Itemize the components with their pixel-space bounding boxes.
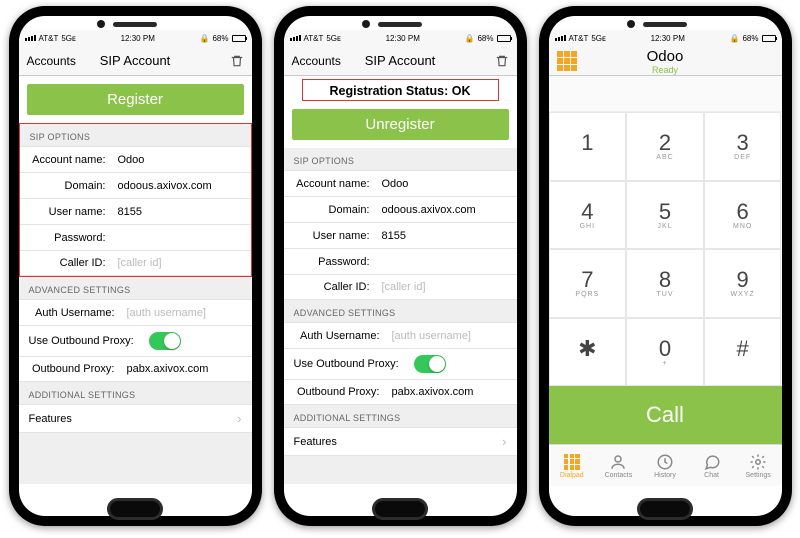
tab-contacts[interactable]: Contacts: [595, 445, 642, 486]
key-#[interactable]: #: [704, 318, 782, 387]
lock-icon: 🔒: [465, 34, 475, 43]
contacts-icon: [609, 453, 627, 471]
phone-frame-3: AT&T5Gᴇ 12:30 PM 🔒68% Odoo Ready 12ABC3D…: [539, 6, 792, 526]
tab-history[interactable]: History: [642, 445, 689, 486]
outbound-proxy-toggle[interactable]: [414, 355, 446, 373]
battery-icon: [762, 35, 776, 42]
battery-pct: 68%: [212, 34, 228, 43]
outbound-proxy-toggle[interactable]: [149, 332, 181, 350]
nav-bar: Accounts SIP Account: [19, 46, 252, 76]
row-caller-id[interactable]: Caller ID:[caller id]: [20, 250, 251, 276]
section-sip-options: SIP OPTIONS: [284, 148, 517, 170]
trash-icon[interactable]: [230, 54, 244, 68]
gear-icon: [749, 453, 767, 471]
row-caller-id[interactable]: Caller ID:[caller id]: [284, 274, 517, 300]
register-button[interactable]: Register: [27, 84, 244, 115]
carrier-text: AT&T: [39, 34, 59, 43]
back-button[interactable]: Accounts: [27, 54, 76, 68]
row-features[interactable]: Features›: [284, 427, 517, 456]
screen-title: SIP Account: [365, 53, 436, 68]
tab-settings[interactable]: Settings: [735, 445, 782, 486]
section-sip-options: SIP OPTIONS: [20, 124, 251, 146]
call-button[interactable]: Call: [549, 386, 782, 444]
row-use-outbound-proxy: Use Outbound Proxy:: [284, 348, 517, 379]
network-text: 5Gᴇ: [61, 34, 76, 43]
row-use-outbound-proxy: Use Outbound Proxy:: [19, 325, 252, 356]
tab-chat[interactable]: Chat: [688, 445, 735, 486]
number-display: [549, 76, 782, 112]
qr-icon[interactable]: [557, 51, 577, 71]
row-outbound-proxy[interactable]: Outbound Proxy:pabx.axivox.com: [284, 379, 517, 405]
row-features[interactable]: Features›: [19, 404, 252, 433]
row-password[interactable]: Password:: [284, 248, 517, 274]
row-domain[interactable]: Domain:odoous.axivox.com: [284, 196, 517, 222]
section-advanced: ADVANCED SETTINGS: [19, 277, 252, 299]
lock-icon: 🔒: [200, 34, 210, 43]
status-bar: AT&T5Gᴇ 12:30 PM 🔒68%: [19, 30, 252, 46]
row-password[interactable]: Password:: [20, 224, 251, 250]
screen-title: SIP Account: [100, 53, 171, 68]
row-domain[interactable]: Domain:odoous.axivox.com: [20, 172, 251, 198]
history-icon: [656, 453, 674, 471]
nav-bar: Accounts SIP Account: [284, 46, 517, 76]
row-outbound-proxy[interactable]: Outbound Proxy:pabx.axivox.com: [19, 356, 252, 382]
registration-status: Registration Status: OK: [302, 79, 499, 101]
trash-icon[interactable]: [495, 54, 509, 68]
key-8[interactable]: 8TUV: [626, 249, 704, 318]
key-✱[interactable]: ✱: [549, 318, 627, 387]
row-auth-username[interactable]: Auth Username:[auth username]: [19, 299, 252, 325]
lock-icon: 🔒: [730, 34, 740, 43]
phone-frame-2: AT&T5Gᴇ 12:30 PM 🔒68% Accounts SIP Accou…: [274, 6, 527, 526]
key-9[interactable]: 9WXYZ: [704, 249, 782, 318]
row-account-name[interactable]: Account name:Odoo: [284, 170, 517, 196]
row-username[interactable]: User name:8155: [20, 198, 251, 224]
chevron-right-icon: ›: [237, 411, 241, 426]
battery-icon: [232, 35, 246, 42]
row-auth-username[interactable]: Auth Username:[auth username]: [284, 322, 517, 348]
key-5[interactable]: 5JKL: [626, 181, 704, 250]
home-button[interactable]: [107, 498, 163, 520]
key-1[interactable]: 1: [549, 112, 627, 181]
section-additional: ADDITIONAL SETTINGS: [19, 382, 252, 404]
status-bar: AT&T5Gᴇ 12:30 PM 🔒68%: [284, 30, 517, 46]
chat-icon: [703, 453, 721, 471]
battery-icon: [497, 35, 511, 42]
row-username[interactable]: User name:8155: [284, 222, 517, 248]
key-2[interactable]: 2ABC: [626, 112, 704, 181]
tab-bar: Dialpad Contacts History Chat Settings: [549, 444, 782, 486]
key-0[interactable]: 0+: [626, 318, 704, 387]
unregister-button[interactable]: Unregister: [292, 109, 509, 140]
tab-dialpad[interactable]: Dialpad: [549, 445, 596, 486]
key-7[interactable]: 7PQRS: [549, 249, 627, 318]
key-6[interactable]: 6MNO: [704, 181, 782, 250]
home-button[interactable]: [637, 498, 693, 520]
section-advanced: ADVANCED SETTINGS: [284, 300, 517, 322]
status-time: 12:30 PM: [121, 34, 155, 43]
account-status: Ready: [647, 65, 684, 75]
back-button[interactable]: Accounts: [292, 54, 341, 68]
section-additional: ADDITIONAL SETTINGS: [284, 405, 517, 427]
dialer-header: Odoo Ready: [549, 46, 782, 76]
dialpad: 12ABC3DEF 4GHI5JKL6MNO 7PQRS8TUV9WXYZ ✱0+#: [549, 112, 782, 386]
key-4[interactable]: 4GHI: [549, 181, 627, 250]
row-account-name[interactable]: Account name:Odoo: [20, 146, 251, 172]
key-3[interactable]: 3DEF: [704, 112, 782, 181]
chevron-right-icon: ›: [502, 434, 506, 449]
home-button[interactable]: [372, 498, 428, 520]
phone-frame-1: AT&T5Gᴇ 12:30 PM 🔒68% Accounts SIP Accou…: [9, 6, 262, 526]
account-name: Odoo: [647, 48, 684, 65]
